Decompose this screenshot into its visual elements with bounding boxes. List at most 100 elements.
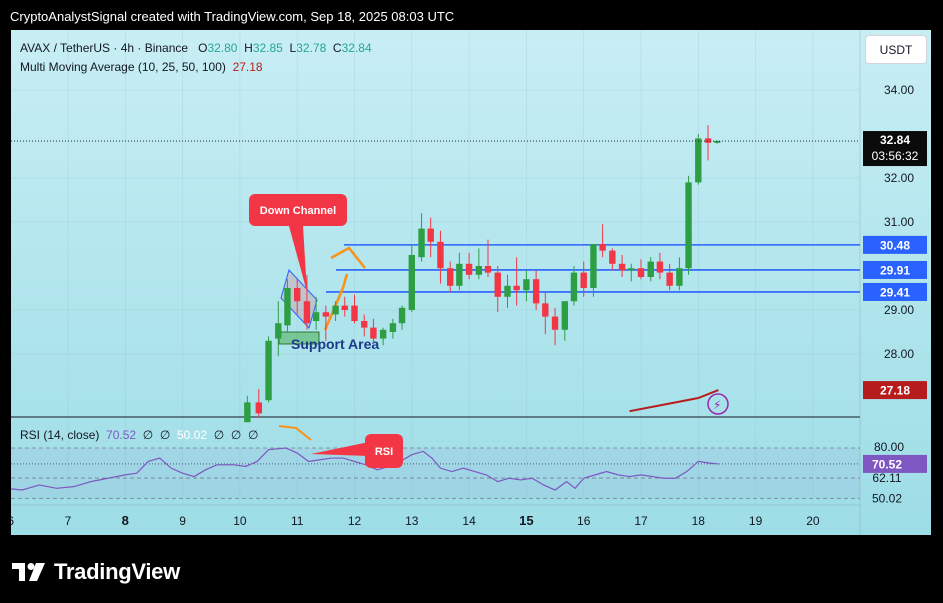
candle-body [427,228,434,242]
candles [11,125,860,423]
candle-body [389,323,397,332]
breakout-arrow-head [330,246,367,269]
candle-body [408,255,415,310]
support-area-label: Support Area [291,336,379,352]
time-axis: 6 7 8 9 10 11 12 13 14 15 16 17 18 19 20 [11,513,820,528]
candle-body [523,279,530,291]
candle-9 [332,301,339,321]
candle-body [561,301,568,330]
candle-body [361,321,368,328]
tradingview-brand: TradingView [54,559,180,584]
candle-2 [265,336,272,403]
candle-1 [255,389,263,418]
candle-32 [551,307,559,346]
ohlc-high-label: H [244,41,253,55]
x-tick-11: 17 [634,514,648,528]
candle-body [294,288,301,302]
x-tick-7: 13 [405,514,419,528]
candle-body [551,316,559,330]
candle-body [322,312,330,317]
price-tag: 32.84 [880,133,910,147]
candle-body [637,268,645,277]
candle-23 [465,252,473,280]
candle-40 [628,263,635,282]
candle-body [618,263,626,271]
price-chart[interactable]: Support Area ⚡ 34.00 32.00 31.00 29.00 28.00… [11,30,931,535]
level-tag-1: 29.91 [880,263,910,277]
candle-body [542,303,549,317]
chart-frame: Support Area ⚡ 34.00 32.00 31.00 29.00 28.00… [11,30,931,535]
y-tick-2: 31.00 [884,215,914,229]
candle-15 [389,318,397,339]
x-tick-8: 14 [462,514,476,528]
candle-48 [704,125,712,161]
candle-46 [685,175,692,275]
candle-10 [341,296,348,317]
candle-18 [418,213,425,262]
rsi-tag: 70.52 [872,457,902,471]
moving-average: ⚡ [629,389,729,415]
candle-33 [561,301,568,341]
candle-body [647,261,654,277]
candle-body [532,279,540,304]
candle-22 [456,252,463,291]
ohlc-low: 32.78 [296,41,327,55]
candle-43 [656,252,664,280]
candle-body [275,323,282,339]
candle-body [580,272,587,288]
y-tick-3: 29.00 [884,303,914,317]
candle-body [704,138,712,143]
candle-body [303,301,311,324]
x-tick-4: 10 [233,514,247,528]
x-tick-5: 11 [291,514,304,528]
price-countdown: 03:56:32 [872,149,919,163]
candle-3 [275,301,282,357]
ohlc-close: 32.84 [341,41,372,55]
candle-body [456,263,463,286]
x-tick-10: 16 [577,514,591,528]
ma-indicator-label[interactable]: Multi Moving Average (10, 25, 50, 100) [20,60,226,74]
rsi-tick-1: 62.11 [872,471,901,485]
rsi-tick-2: 50.02 [872,491,902,505]
candle-30 [532,270,540,310]
rsi-value: 70.52 [106,428,137,442]
candle-body [570,272,578,302]
x-tick-13: 19 [749,514,763,528]
level-tag-0: 30.48 [880,238,910,252]
x-tick-1: 7 [65,514,72,528]
ma-indicator-value: 27.18 [232,60,263,74]
main-legend[interactable]: AVAX / TetherUS · 4h · Binance O32.80 H3… [20,39,372,77]
chart-attribution: CryptoAnalystSignal created with Trading… [10,9,455,24]
candle-41 [637,259,645,280]
rsi-value-2: 50.02 [176,428,208,442]
candle-44 [666,263,673,291]
rsi-legend[interactable]: RSI (14, close) 70.52 ∅ ∅ 50.02 ∅ ∅ ∅ [20,428,258,442]
candle-28 [513,257,520,306]
currency-button[interactable]: USDT [865,35,927,64]
rsi-empty-1: ∅ [142,428,154,442]
candle-body [465,263,473,275]
candle-body [656,261,664,273]
lightning-icon: ⚡ [713,398,721,412]
down-channel-label: Down Channel [260,205,336,217]
candle-16 [398,305,406,330]
candle-body [351,305,358,321]
candle-45 [676,257,683,291]
candle-17 [408,244,415,313]
candle-body [398,307,406,324]
candle-body [244,402,251,423]
price-axis: 34.00 32.00 31.00 29.00 28.00 30.48 29.91 29.41… [863,83,927,505]
symbol-title[interactable]: AVAX / TetherUS · 4h · Binance [20,41,188,55]
ma-line [629,389,719,413]
level-tag-2: 29.41 [880,285,910,299]
candle-24 [475,248,483,280]
rsi-indicator-label[interactable]: RSI (14, close) [20,428,99,442]
rsi-callout-label: RSI [375,446,393,458]
ohlc-high: 32.85 [252,41,283,55]
candle-body [513,285,520,291]
candle-body [676,268,683,286]
candle-31 [542,292,549,335]
candle-20 [437,230,444,284]
candle-body [341,305,348,310]
tradingview-logo-icon [12,563,45,581]
